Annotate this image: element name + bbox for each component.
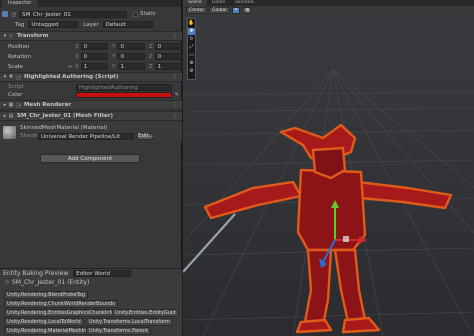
color-label: Color [8, 92, 23, 98]
gameobject-icon [2, 11, 8, 17]
script-icon: # [8, 74, 14, 80]
edit-shader-button[interactable]: Edit... [137, 132, 154, 140]
component-menu-icon[interactable]: ⋮ [172, 74, 178, 80]
mesh-renderer-header[interactable]: ▸ ▦ ✓ Mesh Renderer ⋮ [0, 100, 182, 110]
component-enabled-checkbox[interactable]: ✓ [16, 102, 21, 108]
position-y-field[interactable]: 0 [117, 43, 145, 50]
tag-dropdown[interactable]: Untagged [28, 21, 79, 28]
component-tag-chip[interactable]: Unity.Rendering.EntitiesGraphicsChunkInf… [4, 309, 118, 317]
transform-header[interactable]: ▾ ⊹ Transform ⋮ [0, 31, 182, 41]
script-label: Script [8, 84, 24, 90]
material-section: SkinnedMeshMaterial (Material) Shader Un… [0, 122, 182, 142]
rotate-tool-icon[interactable]: ↻ [188, 36, 195, 43]
scale-y-field[interactable]: 1 [117, 63, 145, 70]
position-z-label: Z [148, 43, 153, 50]
move-tool-icon[interactable]: ✥ [188, 28, 195, 35]
eyedropper-icon[interactable]: ✎ [174, 92, 180, 98]
mesh-filter-title: SM_Chr_Jester_01 (Mesh Filter) [17, 113, 113, 119]
rotation-z-label: Z [148, 53, 153, 60]
position-x-label: X [74, 43, 79, 50]
component-menu-icon[interactable]: ⋮ [172, 102, 178, 108]
component-tag-chip[interactable]: Unity.Rendering.BlendProbeTag [4, 291, 89, 299]
mesh-filter-icon: ▤ [8, 113, 14, 119]
scale-label: Scale [8, 63, 23, 70]
pivot-dropdown[interactable]: Center [186, 7, 208, 14]
scene-toolbar: Center Global ⌗ ▦ [183, 6, 474, 15]
shader-label: Shader [20, 133, 40, 139]
scale-row: Scale ∞ X 1 Y 1 Z 1 [0, 62, 183, 71]
transform-icon: ⊹ [8, 33, 14, 39]
entity-baking-title: Entity Baking Preview [3, 270, 69, 277]
scale-tool-icon[interactable]: ⤢ [188, 44, 195, 51]
static-label: Static [140, 11, 156, 17]
object-name-field[interactable]: SM_Chr_Jester_01 [19, 10, 127, 18]
shader-dropdown[interactable]: Universal Render Pipeline/Lit [38, 132, 134, 140]
component-tag-chip[interactable]: Unity.Entities.EntityGuid [112, 309, 179, 317]
rotation-z-field[interactable]: 0 [154, 53, 182, 60]
link-scale-icon[interactable]: ∞ [67, 64, 73, 70]
script-field: HighlightedAuthoring [76, 83, 172, 91]
scene-view[interactable]: Scene Game Skinned... Center Global ⌗ ▦ … [183, 0, 474, 336]
component-menu-icon[interactable]: ⋮ [172, 33, 178, 39]
component-tag-chip[interactable]: Unity.Rendering.MaterialMeshInfo [4, 327, 95, 335]
highlighted-authoring-title: Highlighted Authoring (Script) [24, 74, 119, 80]
inspector-tab[interactable]: Inspector [2, 0, 38, 7]
highlighted-authoring-header[interactable]: ▾ # ✓ Highlighted Authoring (Script) ⋮ [0, 72, 182, 82]
position-z-field[interactable]: 0 [154, 43, 182, 50]
position-row: Position X 0 Y 0 Z 0 [0, 42, 182, 51]
snap-icon[interactable]: ⌗ [231, 7, 241, 14]
scale-z-field[interactable]: 1 [154, 63, 183, 70]
entity-icon: ◇ [5, 279, 9, 285]
active-checkbox[interactable]: ✓ [11, 11, 16, 17]
transform-title: Transform [17, 33, 49, 39]
inspector-panel: Inspector ✓ SM_Chr_Jester_01 Static Tag … [0, 0, 183, 336]
component-tag-chip[interactable]: Unity.Rendering.ChunkWorldRenderBounds [4, 300, 118, 308]
object-header: ✓ SM_Chr_Jester_01 Static [0, 9, 182, 19]
scale-y-label: Y [112, 63, 116, 70]
scale-z-label: Z [148, 63, 153, 70]
component-enabled-checkbox[interactable]: ✓ [16, 74, 21, 80]
color-row: Color ✎ [0, 91, 182, 99]
layer-label: Layer [83, 21, 99, 28]
material-preview-icon [3, 125, 16, 139]
tag-layer-row: Tag Untagged Layer Default [0, 20, 182, 29]
position-y-label: Y [112, 43, 116, 50]
space-dropdown[interactable]: Global [209, 7, 230, 14]
tool-palette: ✋ ✥ ↻ ⤢ ▭ ⊕ ⚙ [187, 18, 196, 80]
rect-tool-icon[interactable]: ▭ [188, 52, 195, 59]
inspector-tabbar: Inspector [0, 0, 181, 7]
tag-label: Tag [15, 21, 25, 28]
position-x-field[interactable]: 0 [80, 43, 109, 50]
component-tag-chip[interactable]: Unity.Transforms.LocalTransform [86, 318, 173, 326]
mesh-filter-header[interactable]: ▸ ▤ SM_Chr_Jester_01 (Mesh Filter) ⋮ [0, 111, 182, 121]
add-component-button[interactable]: Add Component [40, 154, 140, 163]
rotation-x-field[interactable]: 0 [80, 53, 109, 60]
color-swatch[interactable] [76, 92, 172, 98]
mesh-renderer-icon: ▦ [8, 102, 14, 108]
component-tag-chip[interactable]: Unity.Rendering.LocalToWorld [4, 318, 84, 326]
scale-x-field[interactable]: 1 [80, 63, 109, 70]
rotation-y-label: Y [112, 53, 116, 60]
position-label: Position [8, 43, 30, 50]
component-menu-icon[interactable]: ⋮ [172, 113, 178, 119]
transform-tool-icon[interactable]: ⊕ [188, 60, 195, 67]
material-title: SkinnedMeshMaterial (Material) [20, 124, 108, 131]
grid-snap-icon[interactable]: ▦ [242, 7, 253, 14]
world-dropdown[interactable]: Editor World [73, 270, 132, 277]
scene-viewport[interactable] [183, 0, 474, 336]
rotation-label: Rotation [8, 53, 32, 60]
mesh-renderer-title: Mesh Renderer [24, 102, 72, 108]
rotation-row: Rotation X 0 Y 0 Z 0 [0, 52, 182, 61]
custom-tool-icon[interactable]: ⚙ [188, 68, 195, 75]
rotation-x-label: X [74, 53, 79, 60]
scale-x-label: X [75, 63, 79, 70]
script-row: Script HighlightedAuthoring [0, 83, 182, 91]
layer-dropdown[interactable]: Default [102, 21, 153, 28]
static-checkbox[interactable] [133, 11, 138, 17]
rotation-y-field[interactable]: 0 [117, 53, 145, 60]
component-tag-chip[interactable]: Unity.Transforms.Parent [86, 327, 152, 335]
entity-label: SM_Chr_Jester_01 (Entity) [12, 278, 90, 286]
hand-tool-icon[interactable]: ✋ [188, 20, 195, 27]
